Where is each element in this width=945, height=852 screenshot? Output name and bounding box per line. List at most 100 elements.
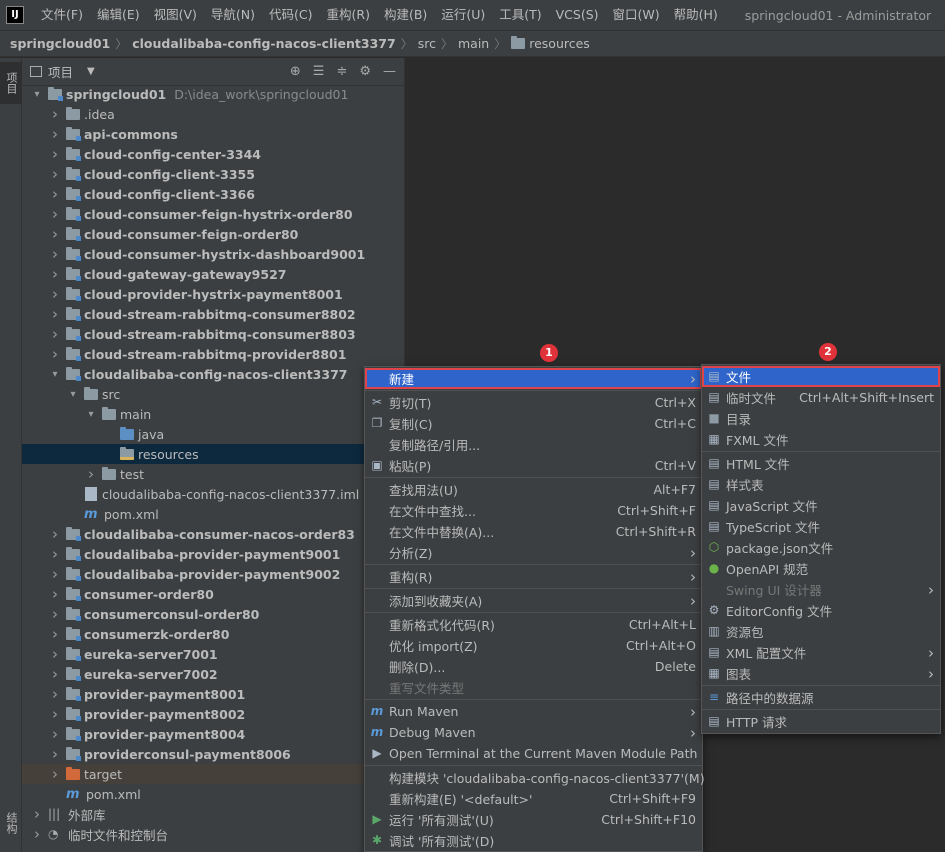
menu-item[interactable]: ▤ HTTP 请求 xyxy=(702,711,940,732)
collapsed-arrow-icon[interactable]: › xyxy=(48,185,62,203)
tree-row[interactable]: ▾ cloudalibaba-config-nacos-client3377 xyxy=(22,364,405,384)
collapsed-arrow-icon[interactable]: › xyxy=(48,585,62,603)
menu-item[interactable]: 构建模块 'cloudalibaba-config-nacos-client33… xyxy=(365,767,705,788)
menu-item[interactable]: ▣ 粘贴(P) Ctrl+V xyxy=(365,455,702,476)
menu-item[interactable]: 窗口(W) xyxy=(606,0,667,30)
settings-gear-icon[interactable]: ⚙ xyxy=(359,64,371,79)
collapsed-arrow-icon[interactable]: › xyxy=(48,565,62,583)
tree-row[interactable]: › provider-payment8002 xyxy=(22,704,405,724)
expanded-arrow-icon[interactable]: ▾ xyxy=(30,89,44,100)
collapsed-arrow-icon[interactable]: › xyxy=(48,125,62,143)
expanded-arrow-icon[interactable]: ▾ xyxy=(48,369,62,380)
menu-item[interactable]: ▦ FXML 文件 xyxy=(702,429,940,450)
menu-item[interactable]: ▤ XML 配置文件 › xyxy=(702,642,940,663)
menu-item[interactable]: 重新构建(E) '<default>' Ctrl+Shift+F9 xyxy=(365,788,702,809)
menu-item[interactable]: ▦ 图表 › xyxy=(702,663,940,684)
tree-row[interactable]: › cloud-consumer-hystrix-dashboard9001 xyxy=(22,244,405,264)
menu-item[interactable]: m Debug Maven › xyxy=(365,722,702,743)
tree-row[interactable]: › provider-payment8004 xyxy=(22,724,405,744)
menu-item[interactable]: ✱ 调试 '所有测试'(D) xyxy=(365,830,702,851)
tree-row[interactable]: m pom.xml xyxy=(22,784,405,804)
collapsed-arrow-icon[interactable]: › xyxy=(30,805,44,823)
collapsed-arrow-icon[interactable]: › xyxy=(48,645,62,663)
tree-row[interactable]: › api-commons xyxy=(22,124,405,144)
tree-row[interactable]: › cloud-config-client-3355 xyxy=(22,164,405,184)
expand-all-icon[interactable]: ☰ xyxy=(313,64,325,79)
menu-item[interactable]: ▤ JavaScript 文件 xyxy=(702,495,940,516)
breadcrumb-item[interactable]: springcloud01 xyxy=(10,36,110,51)
menu-item[interactable]: VCS(S) xyxy=(549,0,606,30)
breadcrumb-item[interactable]: resources xyxy=(529,36,590,51)
menu-item[interactable]: ▥ 资源包 xyxy=(702,621,940,642)
tree-row[interactable]: › providerconsul-payment8006 xyxy=(22,744,405,764)
tree-row[interactable]: › cloud-stream-rabbitmq-consumer8803 xyxy=(22,324,405,344)
breadcrumb-item[interactable]: cloudalibaba-config-nacos-client3377 xyxy=(132,36,395,51)
tree-row[interactable]: › consumerzk-order80 xyxy=(22,624,405,644)
menu-item[interactable]: 运行(U) xyxy=(434,0,492,30)
menu-item[interactable]: ▤ 临时文件 Ctrl+Alt+Shift+Insert xyxy=(702,387,940,408)
collapsed-arrow-icon[interactable]: › xyxy=(48,685,62,703)
tree-row[interactable]: › ||| 外部库 xyxy=(22,804,405,824)
breadcrumb-item[interactable]: main xyxy=(458,36,489,51)
tab-project[interactable]: 项目 xyxy=(0,62,22,104)
view-dropdown-chevron-icon[interactable]: ▼ xyxy=(87,66,95,77)
collapsed-arrow-icon[interactable]: › xyxy=(48,665,62,683)
hide-panel-icon[interactable]: — xyxy=(383,64,396,79)
breadcrumb-item[interactable]: src xyxy=(418,36,436,51)
menu-item[interactable]: 删除(D)... Delete xyxy=(365,656,702,677)
tree-row[interactable]: › cloud-config-center-3344 xyxy=(22,144,405,164)
tree-row[interactable]: › cloud-consumer-feign-hystrix-order80 xyxy=(22,204,405,224)
tree-row[interactable]: ▾ src xyxy=(22,384,405,404)
menu-item[interactable]: ▤ TypeScript 文件 xyxy=(702,516,940,537)
collapse-all-icon[interactable]: ≑ xyxy=(336,64,347,79)
menu-item[interactable]: ▤ 样式表 xyxy=(702,474,940,495)
collapsed-arrow-icon[interactable]: › xyxy=(48,345,62,363)
tree-row[interactable]: › cloudalibaba-consumer-nacos-order83 xyxy=(22,524,405,544)
tree-row[interactable]: › cloudalibaba-provider-payment9002 xyxy=(22,564,405,584)
menu-item[interactable]: ✂ 剪切(T) Ctrl+X xyxy=(365,392,702,413)
locate-icon[interactable]: ⊕ xyxy=(290,64,301,79)
collapsed-arrow-icon[interactable]: › xyxy=(48,145,62,163)
collapsed-arrow-icon[interactable]: › xyxy=(48,625,62,643)
tree-row[interactable]: › cloud-provider-hystrix-payment8001 xyxy=(22,284,405,304)
tab-structure[interactable]: 结构 xyxy=(0,802,22,844)
tree-row[interactable]: › provider-payment8001 xyxy=(22,684,405,704)
tree-row[interactable]: › target xyxy=(22,764,405,784)
collapsed-arrow-icon[interactable]: › xyxy=(48,745,62,763)
tree-row[interactable]: m pom.xml xyxy=(22,504,405,524)
menu-item[interactable]: 分析(Z) › xyxy=(365,542,702,563)
menu-item[interactable]: ❐ 复制(C) Ctrl+C xyxy=(365,413,702,434)
tree-row[interactable]: › cloudalibaba-provider-payment9001 xyxy=(22,544,405,564)
tree-row[interactable]: › cloud-config-client-3366 xyxy=(22,184,405,204)
collapsed-arrow-icon[interactable]: › xyxy=(48,545,62,563)
menu-item[interactable]: 代码(C) xyxy=(262,0,319,30)
menu-item[interactable]: 复制路径/引用... xyxy=(365,434,702,455)
expanded-arrow-icon[interactable]: ▾ xyxy=(66,389,80,400)
collapsed-arrow-icon[interactable]: › xyxy=(48,225,62,243)
menu-item[interactable]: ▶ 运行 '所有测试'(U) Ctrl+Shift+F10 xyxy=(365,809,702,830)
tree-row[interactable]: ▾ main xyxy=(22,404,405,424)
menu-item[interactable]: 添加到收藏夹(A) › xyxy=(365,590,702,611)
menu-item[interactable]: ▤ 文件 xyxy=(702,366,940,387)
expanded-arrow-icon[interactable]: ▾ xyxy=(84,409,98,420)
tree-row[interactable]: › .idea xyxy=(22,104,405,124)
menu-item[interactable]: m Run Maven › xyxy=(365,701,702,722)
menu-item[interactable]: 编辑(E) xyxy=(90,0,147,30)
menu-item[interactable]: 新建 › xyxy=(365,368,702,389)
menu-item[interactable]: ● OpenAPI 规范 xyxy=(702,558,940,579)
menu-item[interactable]: 导航(N) xyxy=(204,0,262,30)
collapsed-arrow-icon[interactable]: › xyxy=(84,465,98,483)
collapsed-arrow-icon[interactable]: › xyxy=(48,725,62,743)
tree-row[interactable]: › ◔ 临时文件和控制台 xyxy=(22,824,405,844)
tree-row[interactable]: › cloud-consumer-feign-order80 xyxy=(22,224,405,244)
tree-row[interactable]: › cloud-gateway-gateway9527 xyxy=(22,264,405,284)
menu-item[interactable]: 工具(T) xyxy=(492,0,548,30)
menu-item[interactable]: 视图(V) xyxy=(147,0,204,30)
tree-row[interactable]: ▾ springcloud01 D:\idea_work\springcloud01 xyxy=(22,84,405,104)
menu-item[interactable]: ≡ 路径中的数据源 xyxy=(702,687,940,708)
collapsed-arrow-icon[interactable]: › xyxy=(48,305,62,323)
collapsed-arrow-icon[interactable]: › xyxy=(48,245,62,263)
tree-row[interactable]: java xyxy=(22,424,405,444)
menu-item[interactable]: 重构(R) › xyxy=(365,566,702,587)
menu-item[interactable]: 优化 import(Z) Ctrl+Alt+O xyxy=(365,635,702,656)
